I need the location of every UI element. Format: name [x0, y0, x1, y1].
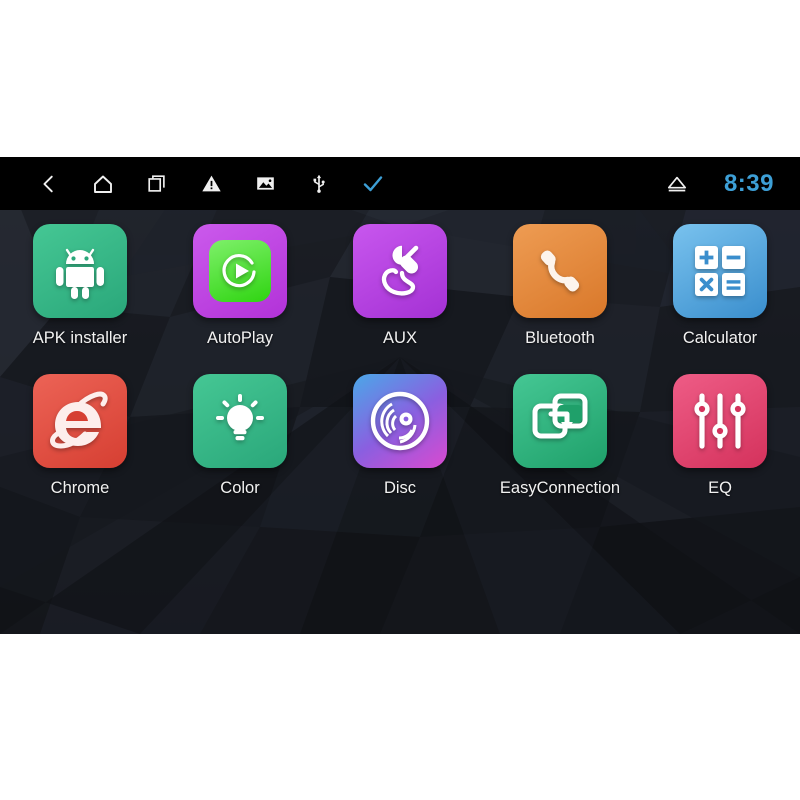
back-button[interactable]	[22, 157, 76, 210]
app-tile[interactable]	[193, 374, 287, 468]
app-label: AutoPlay	[206, 329, 274, 347]
app-color[interactable]: Color	[160, 374, 320, 498]
app-tile[interactable]	[673, 224, 767, 318]
app-bluetooth[interactable]: Bluetooth	[480, 224, 640, 348]
eject-icon	[667, 176, 687, 191]
back-icon	[43, 175, 53, 192]
app-autoplay[interactable]: AutoPlay	[160, 224, 320, 348]
screen-mirror-icon	[532, 393, 588, 439]
app-disc[interactable]: Disc	[320, 374, 480, 498]
app-label: EQ	[708, 479, 732, 497]
check-icon	[363, 175, 383, 191]
app-tile[interactable]	[193, 224, 287, 318]
app-row: APK installer AutoPlay AUX Bluetooth Cal…	[0, 224, 800, 374]
app-aux[interactable]: AUX	[320, 224, 480, 348]
app-label: AUX	[383, 329, 417, 347]
confirm-button[interactable]	[346, 157, 400, 210]
internet-explorer-e-icon	[50, 391, 108, 449]
app-tile[interactable]	[353, 224, 447, 318]
app-label: APK installer	[32, 329, 128, 347]
app-easyconnection[interactable]: EasyConnection	[480, 374, 640, 498]
phone-handset-icon	[540, 250, 580, 292]
app-tile[interactable]	[353, 374, 447, 468]
warning-button[interactable]	[184, 157, 238, 210]
app-grid: APK installer AutoPlay AUX Bluetooth Cal…	[0, 210, 800, 634]
app-label: Disc	[383, 479, 417, 497]
image-icon	[256, 177, 274, 190]
screenshot-button[interactable]	[238, 157, 292, 210]
vinyl-disc-icon	[370, 391, 430, 451]
aux-plug-icon	[381, 245, 419, 296]
app-tile[interactable]	[673, 374, 767, 468]
app-apk-installer[interactable]: APK installer	[0, 224, 160, 348]
calculator-keys-icon	[695, 246, 745, 296]
app-tile[interactable]	[513, 224, 607, 318]
app-row: Chrome Color Disc EasyConnection EQ	[0, 374, 800, 524]
app-eq[interactable]: EQ	[640, 374, 800, 498]
app-tile[interactable]	[33, 374, 127, 468]
status-bar-left-group	[0, 157, 400, 210]
android-robot-icon	[56, 248, 104, 299]
status-bar-right-group: 8:39	[650, 157, 800, 210]
usb-icon	[313, 174, 325, 193]
autoplay-inner-square	[209, 240, 271, 302]
warning-icon	[201, 175, 221, 192]
equalizer-sliders-icon	[694, 393, 746, 449]
app-label: Calculator	[682, 329, 758, 347]
play-circle-icon	[222, 254, 256, 288]
app-calculator[interactable]: Calculator	[640, 224, 800, 348]
light-bulb-icon	[216, 394, 264, 441]
clock: 8:39	[723, 169, 774, 197]
recents-button[interactable]	[130, 157, 184, 210]
app-label: Bluetooth	[525, 329, 595, 347]
app-label: Chrome	[50, 479, 110, 497]
eject-button[interactable]	[650, 157, 704, 210]
app-label: Color	[220, 479, 260, 497]
app-chrome[interactable]: Chrome	[0, 374, 160, 498]
status-bar: 8:39	[0, 157, 800, 210]
app-label: EasyConnection	[499, 479, 621, 497]
device-screen: 8:39 APK installer AutoPlay AUX Bluetoot…	[0, 157, 800, 634]
recents-icon	[148, 174, 165, 192]
usb-button[interactable]	[292, 157, 346, 210]
home-button[interactable]	[76, 157, 130, 210]
app-tile[interactable]	[513, 374, 607, 468]
app-tile[interactable]	[33, 224, 127, 318]
home-icon	[94, 175, 112, 193]
